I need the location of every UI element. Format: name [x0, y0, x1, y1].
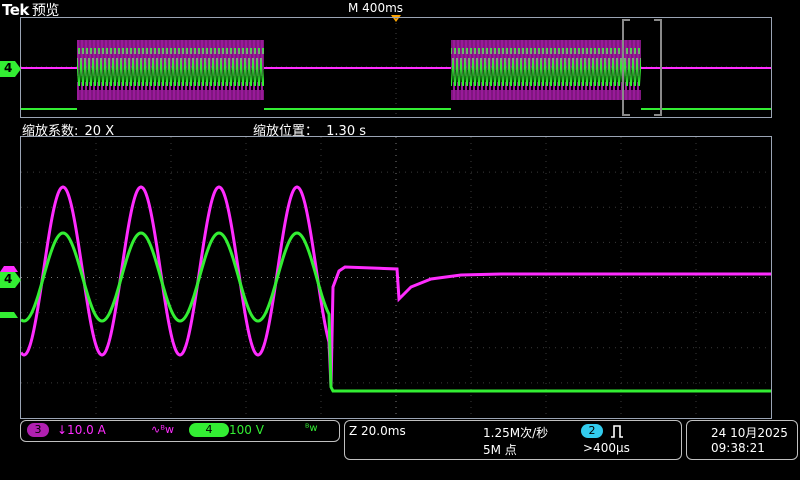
trigger-value: >400µs — [583, 441, 630, 455]
datetime-status-box: 24 10月2025 09:38:21 — [686, 420, 798, 460]
trigger-rising-pulse-icon — [611, 425, 623, 438]
main-ch3-marker-icon[interactable] — [0, 266, 18, 272]
main-grid — [21, 137, 771, 418]
ch3-scale: ↓10.0 A — [57, 423, 106, 437]
ch3-coupling-icon: ∿ᴮw — [151, 423, 174, 436]
overview-panel[interactable] — [20, 17, 772, 118]
ch3-badge[interactable]: 3 — [27, 423, 49, 437]
date-label: 24 10月2025 — [711, 426, 788, 440]
time-label: 09:38:21 — [711, 441, 765, 455]
record-length: 5M 点 — [483, 443, 517, 457]
ch4-bandwidth-icon: ᴮw — [305, 423, 318, 434]
main-zoom-panel[interactable] — [20, 136, 772, 419]
sample-rate: 1.25M次/秒 — [483, 426, 549, 440]
ch4-ground-marker-icon[interactable] — [0, 312, 18, 318]
ch4-scale: 100 V — [229, 423, 264, 437]
channel-status-box[interactable]: 3 ↓10.0 A ∿ᴮw 4 100 V ᴮw — [20, 420, 340, 442]
overview-ch4-marker[interactable]: 4 — [0, 61, 22, 81]
timebase-label: M 400ms — [348, 1, 404, 15]
main-ch4-marker[interactable]: 4 — [0, 272, 22, 292]
acquisition-status-box[interactable]: Z 20.0ms 1.25M次/秒 5M 点 2 >400µs — [344, 420, 682, 460]
zoom-scale: Z 20.0ms — [349, 424, 406, 438]
ch4-badge[interactable]: 4 — [189, 423, 229, 437]
trigger-channel-badge[interactable]: 2 — [581, 424, 603, 438]
